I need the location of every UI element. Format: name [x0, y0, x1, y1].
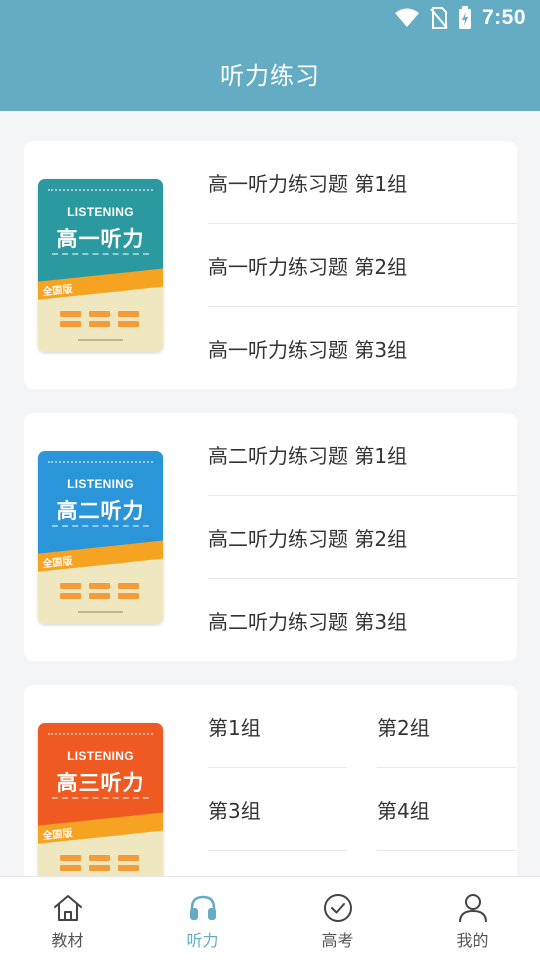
page-title: 听力练习: [220, 62, 320, 90]
cover-english-title: LISTENING: [67, 205, 134, 219]
list-item[interactable]: 高一听力练习题 第1组: [208, 141, 517, 224]
cover-english-title: LISTENING: [67, 749, 134, 763]
cover-title: 高二听力: [56, 499, 145, 523]
cover-decoration: [60, 855, 142, 871]
tab-label: 高考: [321, 931, 354, 950]
tab-label: 教材: [51, 931, 84, 950]
home-icon: [51, 891, 85, 925]
list-item[interactable]: 高一听力练习题 第3组: [208, 307, 517, 390]
list-item[interactable]: 高二听力练习题 第3组: [208, 579, 517, 662]
bottom-tab-bar: 教材 听力 高考 我的: [0, 876, 540, 960]
cover-english-title: LISTENING: [67, 477, 134, 491]
book-cover-grade2[interactable]: LISTENING 高二听力 全国版: [38, 451, 163, 624]
list-item[interactable]: 高二听力练习题 第2组: [208, 496, 517, 579]
book-card-grade1: LISTENING 高一听力 全国版 高一听力练习题 第1组 高一听力练习题 第…: [24, 141, 517, 389]
status-bar: 7:50: [0, 0, 540, 36]
list-item[interactable]: 高二听力练习题 第1组: [208, 413, 517, 496]
book-cover-grade1[interactable]: LISTENING 高一听力 全国版: [38, 179, 163, 352]
book-cover-grade3[interactable]: LISTENING 高三听力 全国版: [38, 723, 163, 876]
headphones-icon: [186, 891, 220, 925]
tab-gaokao[interactable]: 高考: [270, 877, 405, 960]
tab-mine[interactable]: 我的: [405, 877, 540, 960]
group-item[interactable]: 第1组: [208, 685, 347, 768]
tab-listening[interactable]: 听力: [135, 877, 270, 960]
list-item[interactable]: 高一听力练习题 第2组: [208, 224, 517, 307]
user-icon: [456, 891, 490, 925]
tab-textbook[interactable]: 教材: [0, 877, 135, 960]
title-bar: 听力练习: [0, 36, 540, 111]
clock: 7:50: [481, 6, 526, 29]
group-item[interactable]: 第3组: [208, 768, 347, 851]
group-item[interactable]: 第4组: [377, 768, 516, 851]
no-sim-icon: [430, 7, 448, 29]
cover-title: 高一听力: [56, 227, 145, 251]
check-circle-icon: [321, 891, 355, 925]
battery-icon: [458, 6, 472, 30]
book-card-grade3: LISTENING 高三听力 全国版 第1组 第2组 第3组 第4组: [24, 685, 517, 876]
cover-decoration: [60, 583, 142, 599]
tab-label: 我的: [456, 931, 489, 950]
cover-badge: 全国版: [41, 827, 73, 842]
cover-badge: 全国版: [41, 555, 73, 570]
cover-decoration: [60, 311, 142, 327]
wifi-icon: [394, 8, 420, 28]
book-card-grade2: LISTENING 高二听力 全国版 高二听力练习题 第1组 高二听力练习题 第…: [24, 413, 517, 661]
group-item[interactable]: 第2组: [377, 685, 516, 768]
cover-badge: 全国版: [41, 283, 73, 298]
tab-label: 听力: [186, 931, 219, 950]
book-list[interactable]: LISTENING 高一听力 全国版 高一听力练习题 第1组 高一听力练习题 第…: [0, 111, 540, 876]
cover-title: 高三听力: [56, 771, 145, 795]
